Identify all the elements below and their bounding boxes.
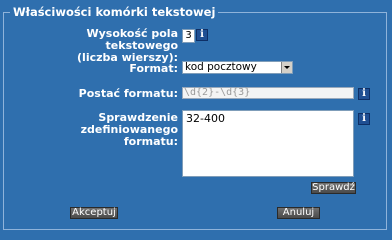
check-format-label-line2: formatu: [123, 135, 178, 148]
info-icon[interactable]: i [358, 88, 370, 100]
check-button[interactable]: Sprawdź [311, 182, 356, 194]
format-select[interactable]: kod pocztowy [182, 61, 293, 74]
check-format-label: Sprawdzenie zdefiniowanego formatu: [20, 112, 178, 148]
height-label-line1: Wysokość pola tekstowego [86, 27, 178, 52]
format-pattern-input[interactable]: \d{2}-\d{3} [182, 87, 354, 99]
info-icon[interactable]: i [358, 113, 370, 125]
check-format-textarea[interactable]: 32-400 [182, 110, 354, 177]
format-pattern-label: Postać formatu: [78, 87, 178, 100]
cancel-button[interactable]: Anuluj [277, 207, 320, 219]
check-format-label-line1: Sprawdzenie zdefiniowanego [80, 111, 178, 136]
accept-button[interactable]: Akceptuj [70, 207, 118, 219]
info-icon[interactable]: i [196, 29, 208, 41]
height-label: Wysokość pola tekstowego (liczba wierszy… [20, 28, 178, 64]
format-label: Format: [129, 62, 178, 75]
chevron-down-icon[interactable] [281, 62, 292, 73]
cell-properties-panel: Właściwości komórki tekstowej Wysokość p… [0, 0, 392, 235]
format-select-value: kod pocztowy [185, 61, 257, 73]
panel-title: Właściwości komórki tekstowej [10, 5, 219, 19]
height-value-field[interactable]: 3 [182, 29, 195, 43]
